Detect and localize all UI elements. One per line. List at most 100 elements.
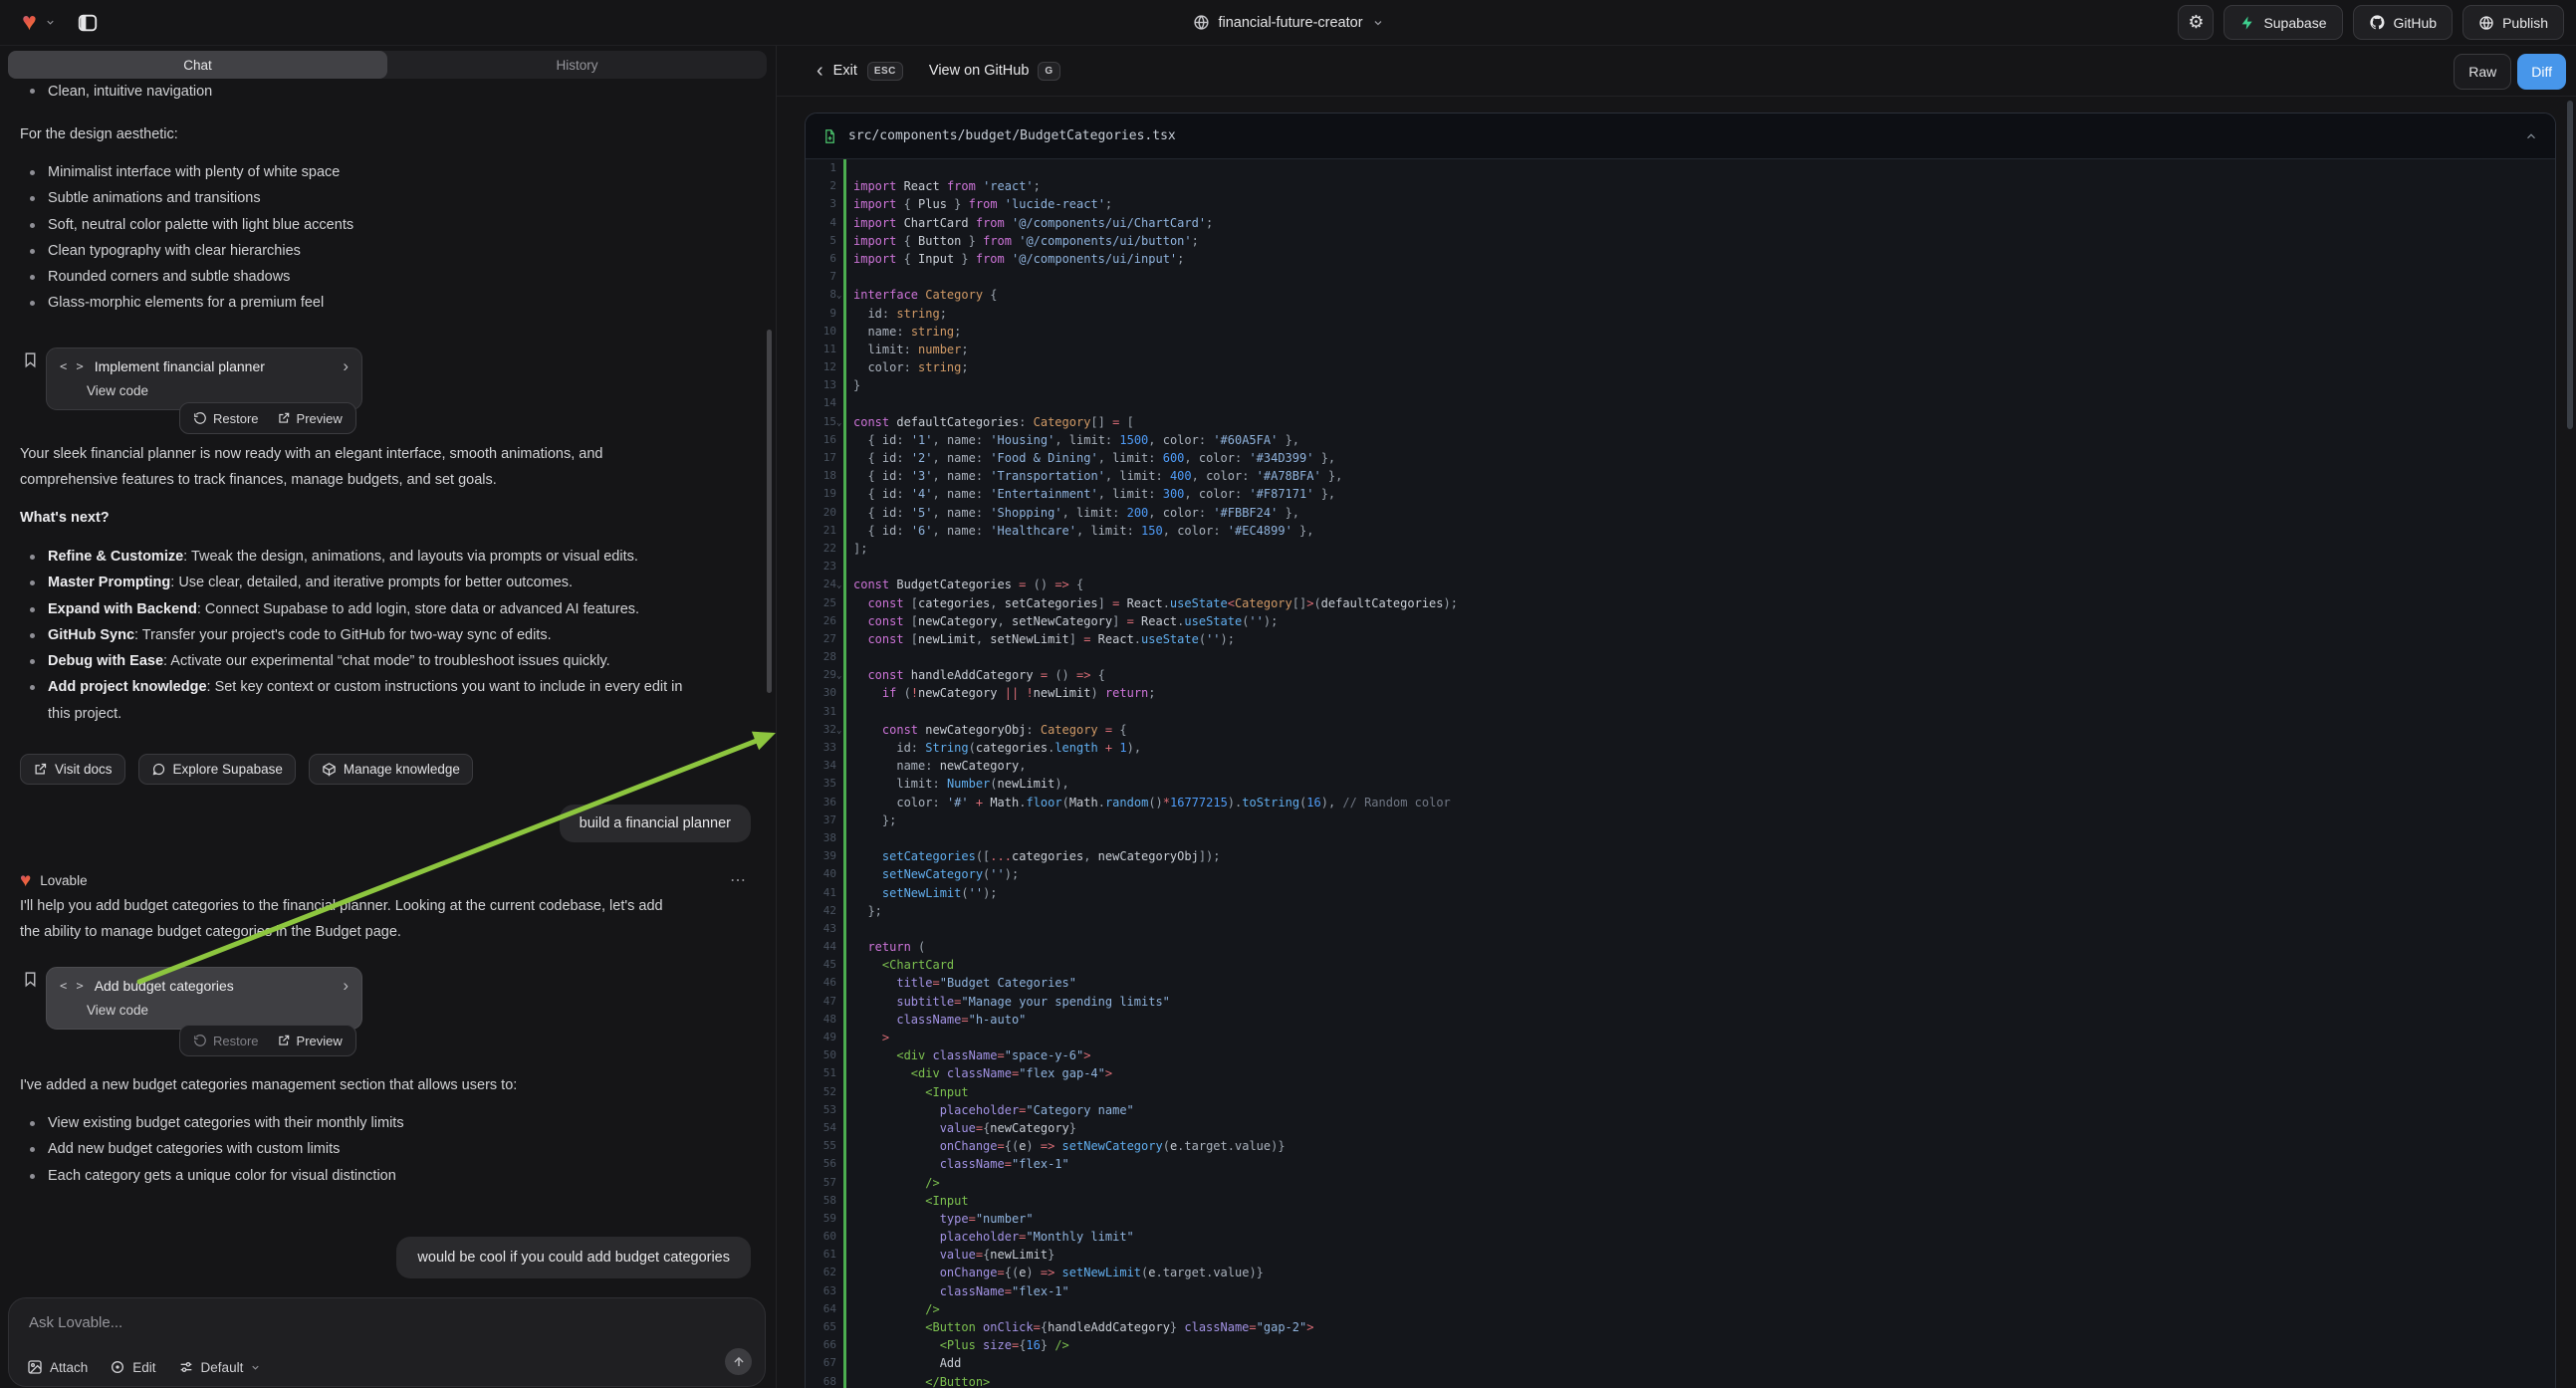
line-number[interactable]: 24⌄ bbox=[806, 576, 836, 593]
line-number[interactable]: 37 bbox=[806, 811, 836, 829]
line-number[interactable]: 8⌄ bbox=[806, 286, 836, 304]
line-number[interactable]: 11 bbox=[806, 341, 836, 358]
composer-input[interactable]: Ask Lovable... bbox=[29, 1314, 122, 1331]
line-number[interactable]: 52 bbox=[806, 1083, 836, 1101]
exit-button[interactable]: ‹ Exit ESC bbox=[817, 62, 903, 81]
version-card-implement-financial-planner[interactable]: < > Implement financial planner › View c… bbox=[46, 347, 362, 410]
restore-button[interactable]: Restore bbox=[193, 1034, 259, 1048]
line-number[interactable]: 25 bbox=[806, 594, 836, 612]
file-header[interactable]: src/components/budget/BudgetCategories.t… bbox=[806, 114, 2555, 159]
line-number[interactable]: 7 bbox=[806, 268, 836, 286]
manage-knowledge-button[interactable]: Manage knowledge bbox=[309, 754, 473, 785]
line-number[interactable]: 18 bbox=[806, 467, 836, 485]
toggle-sidebar-button[interactable] bbox=[72, 7, 104, 39]
line-number[interactable]: 62 bbox=[806, 1264, 836, 1281]
code-area[interactable]: 12import React from 'react';3import { Pl… bbox=[806, 159, 2555, 1388]
edit-button[interactable]: Edit bbox=[110, 1359, 155, 1375]
line-number[interactable]: 15⌄ bbox=[806, 413, 836, 431]
line-number[interactable]: 36 bbox=[806, 794, 836, 811]
line-number[interactable]: 3 bbox=[806, 195, 836, 213]
view-on-github-button[interactable]: View on GitHub G bbox=[929, 62, 1060, 81]
fold-chevron-icon[interactable]: ⌄ bbox=[836, 287, 841, 305]
attach-button[interactable]: Attach bbox=[27, 1359, 88, 1375]
settings-button[interactable]: ⚙ bbox=[2178, 5, 2214, 40]
line-number[interactable]: 40 bbox=[806, 865, 836, 883]
diff-toggle-button[interactable]: Diff bbox=[2517, 54, 2566, 90]
line-number[interactable]: 64 bbox=[806, 1300, 836, 1318]
line-number[interactable]: 57 bbox=[806, 1174, 836, 1192]
message-more-icon[interactable]: ⋯ bbox=[730, 870, 748, 890]
line-number[interactable]: 34 bbox=[806, 757, 836, 775]
explore-supabase-button[interactable]: Explore Supabase bbox=[138, 754, 296, 785]
line-number[interactable]: 29⌄ bbox=[806, 666, 836, 684]
line-number[interactable]: 68 bbox=[806, 1373, 836, 1388]
project-switcher[interactable]: financial-future-creator bbox=[1192, 0, 1383, 45]
lovable-logo-icon[interactable]: ♥ bbox=[22, 10, 37, 35]
line-number[interactable]: 42 bbox=[806, 902, 836, 920]
line-number[interactable]: 12 bbox=[806, 358, 836, 376]
bookmark-icon[interactable] bbox=[22, 971, 39, 988]
line-number[interactable]: 31 bbox=[806, 703, 836, 721]
line-number[interactable]: 41 bbox=[806, 884, 836, 902]
line-number[interactable]: 46 bbox=[806, 974, 836, 992]
code-scrollbar[interactable] bbox=[2567, 101, 2573, 429]
line-number[interactable]: 55 bbox=[806, 1137, 836, 1155]
line-number[interactable]: 5 bbox=[806, 232, 836, 250]
line-number[interactable]: 33 bbox=[806, 739, 836, 757]
tab-chat[interactable]: Chat bbox=[8, 51, 387, 79]
line-number[interactable]: 60 bbox=[806, 1228, 836, 1246]
line-number[interactable]: 28 bbox=[806, 648, 836, 666]
line-number[interactable]: 38 bbox=[806, 829, 836, 847]
line-number[interactable]: 23 bbox=[806, 558, 836, 576]
brand-menu-chevron-icon[interactable] bbox=[45, 17, 56, 28]
line-number[interactable]: 4 bbox=[806, 214, 836, 232]
line-number[interactable]: 65 bbox=[806, 1318, 836, 1336]
line-number[interactable]: 45 bbox=[806, 956, 836, 974]
view-code-link[interactable]: View code bbox=[87, 1003, 349, 1018]
line-number[interactable]: 44 bbox=[806, 938, 836, 956]
line-number[interactable]: 20 bbox=[806, 504, 836, 522]
line-number[interactable]: 13 bbox=[806, 376, 836, 394]
send-button[interactable] bbox=[725, 1348, 752, 1375]
line-number[interactable]: 16 bbox=[806, 431, 836, 449]
chat-composer[interactable]: Ask Lovable... Attach Edit Default bbox=[8, 1297, 766, 1387]
line-number[interactable]: 39 bbox=[806, 847, 836, 865]
line-number[interactable]: 53 bbox=[806, 1101, 836, 1119]
line-number[interactable]: 32⌄ bbox=[806, 721, 836, 739]
line-number[interactable]: 51 bbox=[806, 1064, 836, 1082]
line-number[interactable]: 47 bbox=[806, 993, 836, 1011]
line-number[interactable]: 67 bbox=[806, 1354, 836, 1372]
line-number[interactable]: 50 bbox=[806, 1046, 836, 1064]
mode-select[interactable]: Default bbox=[178, 1359, 262, 1375]
preview-button[interactable]: Preview bbox=[277, 411, 343, 426]
line-number[interactable]: 48 bbox=[806, 1011, 836, 1029]
restore-button[interactable]: Restore bbox=[193, 411, 259, 426]
view-code-link[interactable]: View code bbox=[87, 383, 349, 398]
line-number[interactable]: 27 bbox=[806, 630, 836, 648]
fold-chevron-icon[interactable]: ⌄ bbox=[836, 667, 841, 685]
supabase-button[interactable]: Supabase bbox=[2224, 5, 2342, 40]
bookmark-icon[interactable] bbox=[22, 351, 39, 368]
github-button[interactable]: GitHub bbox=[2353, 5, 2454, 40]
line-number[interactable]: 43 bbox=[806, 920, 836, 938]
line-number[interactable]: 10 bbox=[806, 323, 836, 341]
visit-docs-button[interactable]: Visit docs bbox=[20, 754, 125, 785]
line-number[interactable]: 22 bbox=[806, 540, 836, 558]
collapse-chevron-up-icon[interactable] bbox=[2524, 129, 2538, 143]
line-number[interactable]: 14 bbox=[806, 394, 836, 412]
line-number[interactable]: 61 bbox=[806, 1246, 836, 1264]
line-number[interactable]: 56 bbox=[806, 1155, 836, 1173]
line-number[interactable]: 35 bbox=[806, 775, 836, 793]
chat-scrollbar[interactable] bbox=[767, 330, 772, 693]
version-card-add-budget-categories[interactable]: < > Add budget categories › View code bbox=[46, 967, 362, 1030]
line-number[interactable]: 19 bbox=[806, 485, 836, 503]
raw-toggle-button[interactable]: Raw bbox=[2454, 54, 2511, 90]
preview-button[interactable]: Preview bbox=[277, 1034, 343, 1048]
fold-chevron-icon[interactable]: ⌄ bbox=[836, 577, 841, 594]
line-number[interactable]: 54 bbox=[806, 1119, 836, 1137]
line-number[interactable]: 1 bbox=[806, 159, 836, 177]
tab-history[interactable]: History bbox=[387, 51, 767, 79]
fold-chevron-icon[interactable]: ⌄ bbox=[836, 414, 841, 432]
line-number[interactable]: 26 bbox=[806, 612, 836, 630]
line-number[interactable]: 66 bbox=[806, 1336, 836, 1354]
